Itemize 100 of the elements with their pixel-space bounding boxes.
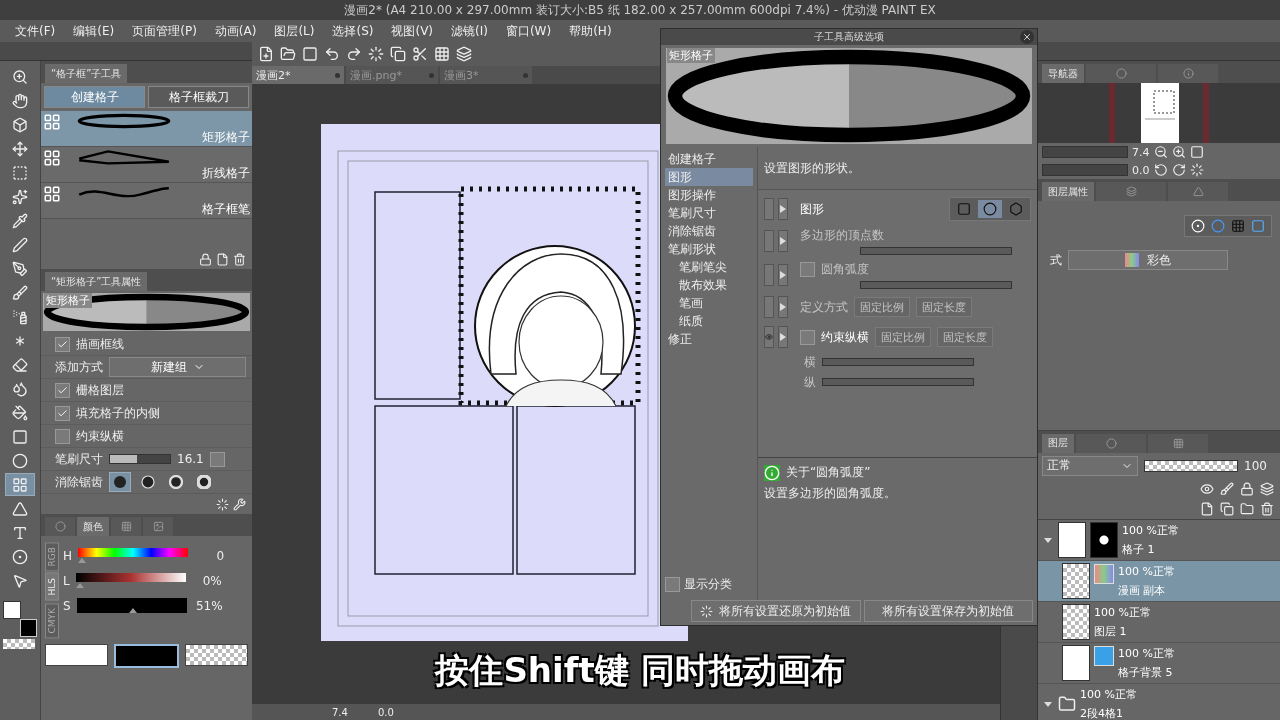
pin-toggle[interactable]	[764, 264, 774, 286]
category-item[interactable]: 图形操作	[665, 186, 753, 204]
slider-track[interactable]	[109, 454, 171, 464]
menu-item[interactable]: 编辑(E)	[64, 21, 124, 41]
rotate-left-icon[interactable]	[1153, 163, 1168, 177]
menu-item[interactable]: 选择(S)	[323, 21, 383, 41]
shape-button[interactable]	[978, 200, 1002, 218]
menu-item[interactable]: 页面管理(P)	[123, 21, 206, 41]
undo-icon[interactable]	[324, 46, 340, 62]
tool-button[interactable]	[5, 473, 35, 496]
transform-icon[interactable]	[368, 46, 384, 62]
radio-icon[interactable]	[1191, 219, 1205, 233]
foreground-swatch[interactable]	[3, 601, 21, 619]
category-item[interactable]: 笔刷尺寸	[665, 204, 753, 222]
category-item[interactable]: 散布效果	[665, 276, 753, 294]
category-item[interactable]: 修正	[665, 330, 753, 348]
panel-tab[interactable]: “矩形格子”工具属性	[45, 272, 148, 291]
dropdown[interactable]: 彩色	[1068, 250, 1228, 270]
mode-tab[interactable]: CMYK	[45, 602, 59, 639]
color-chip[interactable]	[114, 644, 179, 669]
menu-item[interactable]: 图层(L)	[265, 21, 324, 41]
transparent-swatch[interactable]	[3, 639, 35, 649]
checkbox[interactable]	[55, 428, 70, 444]
category-item[interactable]: 图形	[665, 168, 753, 186]
document-tab[interactable]: 漫画.png*	[346, 66, 438, 84]
option-button[interactable]: 固定长度	[937, 327, 993, 347]
document-tab[interactable]: 漫画2*	[252, 66, 344, 84]
dropdown[interactable]: 新建组	[109, 357, 246, 377]
trash-icon[interactable]	[233, 252, 246, 266]
color-slider[interactable]	[78, 548, 189, 563]
copy-icon[interactable]	[390, 46, 406, 62]
mode-selector[interactable]	[1184, 215, 1272, 237]
color-chip[interactable]	[45, 644, 108, 667]
category-item[interactable]: 笔画	[665, 294, 753, 312]
expand-toggle[interactable]	[778, 264, 788, 286]
checkbox[interactable]	[800, 329, 815, 345]
subtool-item[interactable]: 折线格子	[41, 147, 252, 183]
new-file-icon[interactable]	[216, 252, 229, 266]
layers-icon[interactable]	[1260, 481, 1274, 496]
menu-item[interactable]: 窗口(W)	[496, 21, 561, 41]
blend-dropdown[interactable]: 正常	[1042, 455, 1138, 476]
layer-row[interactable]: 100 %正常 格子 1	[1038, 519, 1280, 561]
eye-icon[interactable]	[1200, 481, 1214, 496]
panel-tab[interactable]: “格子框”子工具	[45, 64, 128, 83]
subtool-item[interactable]: 格子框笔	[41, 183, 252, 219]
redo-icon[interactable]	[346, 46, 362, 62]
menu-item[interactable]: 滤镜(I)	[442, 21, 497, 41]
color-chip[interactable]	[185, 644, 248, 667]
pin-toggle[interactable]	[764, 198, 774, 220]
color-slider[interactable]	[76, 598, 187, 613]
mode-tab[interactable]: RGB	[45, 542, 59, 572]
open-folder-icon[interactable]	[280, 46, 296, 62]
group-tab[interactable]: 格子框裁刀	[148, 86, 249, 108]
panel-tab[interactable]	[1148, 433, 1208, 453]
new-file-icon[interactable]	[258, 46, 274, 62]
dialog-button[interactable]: 将所有设置还原为初始值	[691, 600, 861, 622]
antialias-option[interactable]	[109, 472, 131, 492]
color-slider[interactable]	[75, 573, 186, 588]
close-button[interactable]	[1020, 30, 1034, 44]
layers-icon[interactable]	[456, 46, 472, 62]
folder-icon[interactable]	[1240, 501, 1254, 516]
menu-item[interactable]: 动画(A)	[205, 21, 266, 41]
checkbox[interactable]	[665, 577, 680, 592]
visibility-toggle[interactable]	[764, 326, 774, 348]
background-swatch[interactable]	[20, 619, 37, 637]
category-item[interactable]: 笔刷形状	[665, 240, 753, 258]
document-tab[interactable]: 漫画3*	[440, 66, 532, 84]
zoom-in-icon[interactable]	[1171, 145, 1186, 159]
save-icon[interactable]	[302, 46, 318, 62]
rotate-right-icon[interactable]	[1171, 163, 1186, 177]
menu-item[interactable]: 文件(F)	[6, 21, 65, 41]
expand-toggle[interactable]	[778, 230, 788, 252]
category-item[interactable]: 创建格子	[665, 150, 753, 168]
expand-toggle[interactable]	[778, 296, 788, 318]
category-item[interactable]: 纸质	[665, 312, 753, 330]
lock-icon[interactable]	[199, 252, 212, 266]
category-item[interactable]: 消除锯齿	[665, 222, 753, 240]
layer-row[interactable]: 100 %正常 漫画 副本	[1038, 560, 1280, 602]
category-item[interactable]: 笔刷笔尖	[665, 258, 753, 276]
cut-icon[interactable]	[412, 46, 428, 62]
wrench-icon[interactable]	[233, 497, 246, 511]
checkbox[interactable]	[55, 382, 70, 398]
mode-tab[interactable]: HLS	[45, 573, 59, 601]
new-layer-icon[interactable]	[1200, 501, 1214, 516]
menu-item[interactable]: 帮助(H)	[560, 21, 621, 41]
layer-row[interactable]: 100 %正常 图层 1	[1038, 601, 1280, 643]
reset-icon[interactable]	[216, 497, 229, 511]
grid-icon[interactable]	[1231, 219, 1245, 233]
trash-icon[interactable]	[1260, 501, 1274, 516]
pin-toggle[interactable]	[764, 230, 774, 252]
fit-icon[interactable]	[1189, 145, 1204, 159]
dialog-button[interactable]: 将所有设置保存为初始值	[863, 600, 1033, 622]
menu-item[interactable]: 视图(V)	[382, 21, 443, 41]
pin-toggle[interactable]	[764, 296, 774, 318]
expand-toggle[interactable]	[778, 198, 788, 220]
checkbox[interactable]	[55, 405, 70, 421]
reset-icon[interactable]	[1189, 163, 1204, 177]
subtool-item[interactable]: 矩形格子	[41, 111, 252, 147]
expand-toggle[interactable]	[778, 326, 788, 348]
brush-icon[interactable]	[1220, 481, 1234, 496]
